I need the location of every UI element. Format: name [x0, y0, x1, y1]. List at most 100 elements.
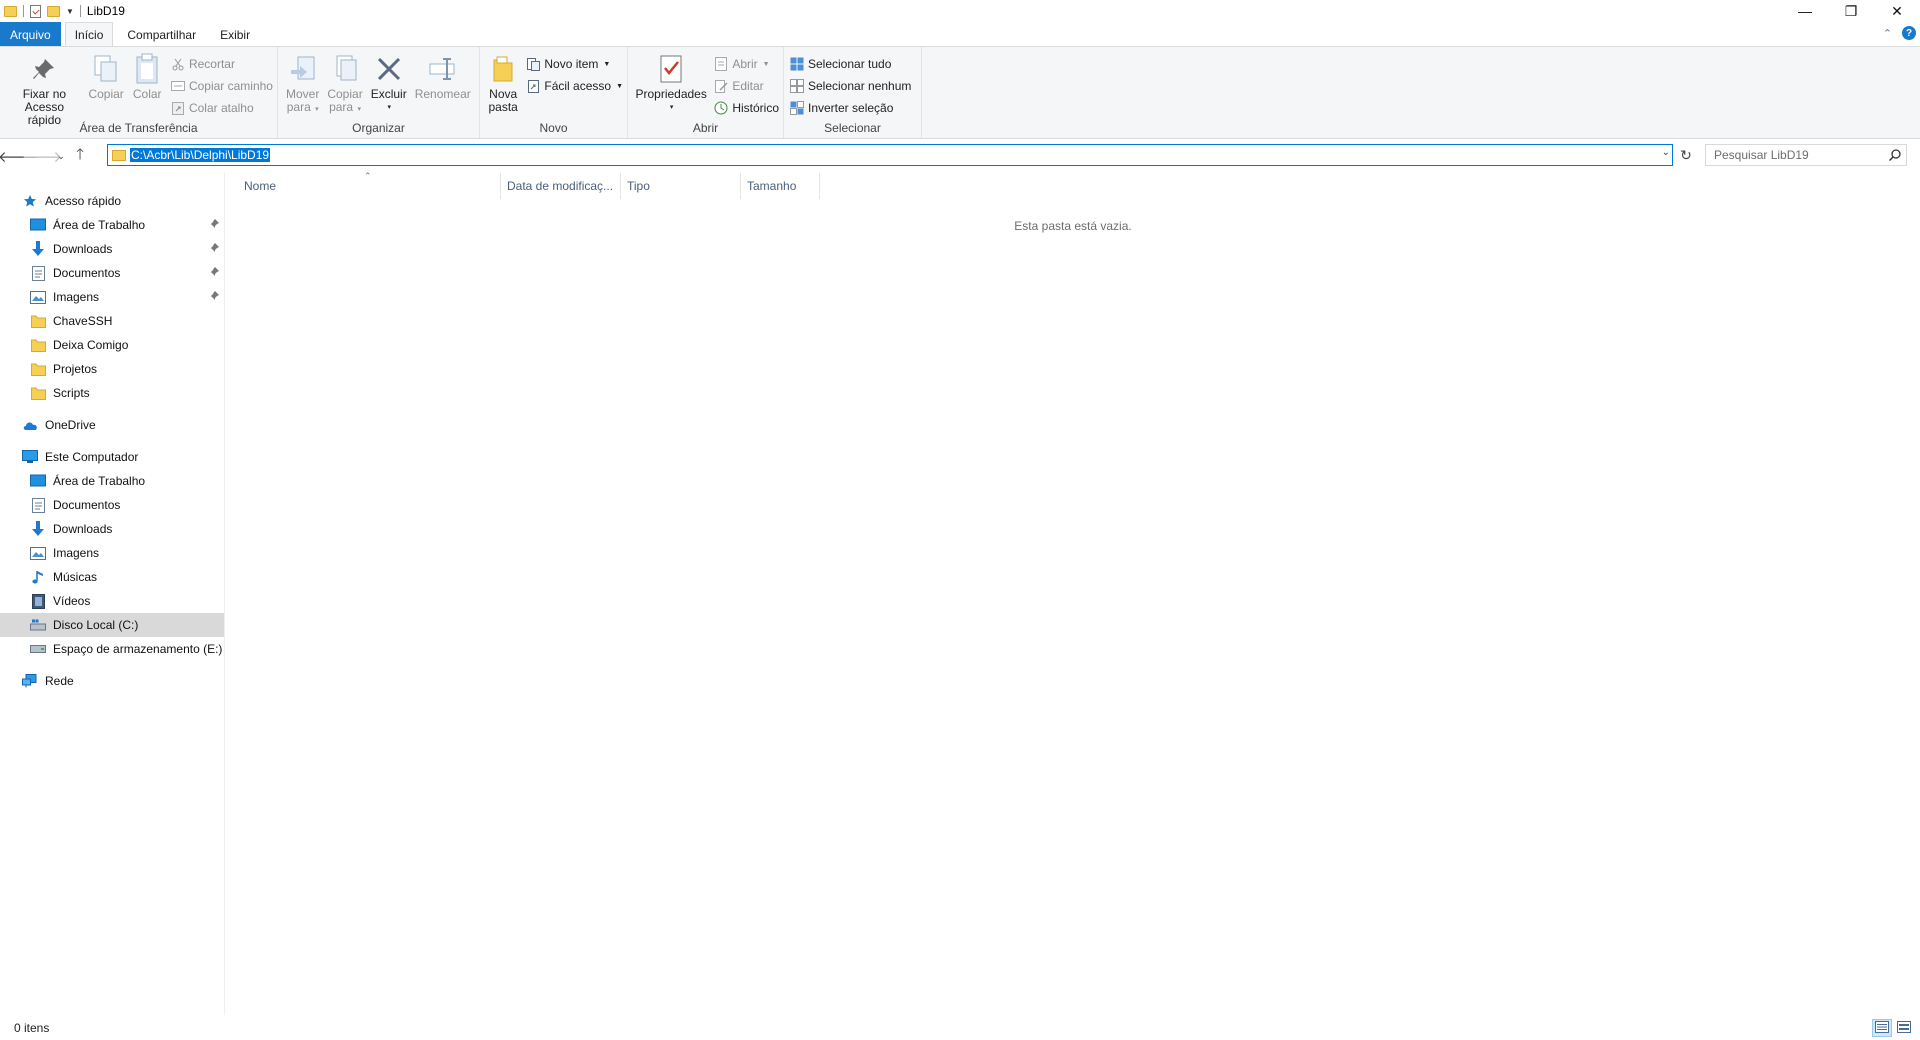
tab-share[interactable]: Compartilhar: [117, 22, 206, 46]
forward-button[interactable]: 🡒: [22, 144, 62, 168]
pinned-icon: [210, 242, 220, 256]
open-group: Propriedades ▾ Abrir ▼ Editar Histórico …: [628, 47, 784, 138]
copy-to-icon: [329, 53, 361, 85]
address-path[interactable]: C:\Acbr\Lib\Delphi\LibD19: [130, 148, 271, 162]
recent-locations-button[interactable]: ⌄: [54, 144, 68, 168]
nav-quick-pictures[interactable]: Imagens: [0, 285, 224, 309]
minimize-button[interactable]: —: [1782, 0, 1828, 22]
select-none-label: Selecionar nenhum: [808, 79, 912, 93]
scissors-icon: [171, 57, 185, 71]
help-icon[interactable]: ?: [1902, 26, 1916, 40]
folder-icon: [30, 385, 46, 401]
music-note-icon: [30, 569, 46, 585]
history-label: Histórico: [732, 101, 779, 115]
copy-path-label: Copiar caminho: [188, 79, 273, 93]
nav-quick-documents[interactable]: Documentos: [0, 261, 224, 285]
up-button[interactable]: 🡑: [68, 144, 92, 168]
easy-access-button[interactable]: Fácil acesso ▼: [526, 77, 623, 95]
select-all-icon: [790, 57, 804, 71]
paste-shortcut-button[interactable]: Colar atalho: [171, 99, 273, 117]
paste-label: Colar: [132, 87, 162, 101]
address-bar[interactable]: C:\Acbr\Lib\Delphi\LibD19 ⌄: [107, 144, 1673, 166]
select-group: Selecionar tudo Selecionar nenhum Invert…: [784, 47, 922, 138]
move-to-icon: [287, 53, 319, 85]
nav-network[interactable]: Rede: [0, 669, 224, 693]
nav-label: Deixa Comigo: [53, 338, 129, 352]
nav-pc-desktop[interactable]: Área de Trabalho: [0, 469, 224, 493]
nav-pc-downloads[interactable]: Downloads: [0, 517, 224, 541]
nav-quick-desktop[interactable]: Área de Trabalho: [0, 213, 224, 237]
documents-icon: [30, 265, 46, 281]
open-button[interactable]: Abrir ▼: [714, 55, 779, 73]
select-none-button[interactable]: Selecionar nenhum: [790, 77, 911, 95]
search-icon[interactable]: [1884, 149, 1906, 161]
network-icon: [22, 673, 38, 689]
open-dropdown-icon: ▼: [762, 60, 770, 68]
nav-quick-deixa-comigo[interactable]: Deixa Comigo: [0, 333, 224, 357]
copy-to-label-line2: para ▾: [329, 100, 361, 114]
pinned-icon: [210, 266, 220, 280]
nav-pc-local-disk-c[interactable]: Disco Local (C:): [0, 613, 224, 637]
star-icon: [22, 193, 38, 209]
nav-pc-pictures[interactable]: Imagens: [0, 541, 224, 565]
toolbar-divider: [79, 5, 81, 17]
download-arrow-icon: [30, 521, 46, 537]
file-list[interactable]: ⌃ Nome Data de modificaç... Tipo Tamanho…: [226, 171, 1920, 1015]
nav-pc-music[interactable]: Músicas: [0, 565, 224, 589]
delete-dropdown-icon[interactable]: ▾: [387, 101, 391, 114]
column-header-type[interactable]: Tipo: [621, 173, 741, 199]
pictures-icon: [30, 289, 46, 305]
properties-icon[interactable]: [30, 4, 41, 18]
navigation-pane: Acesso rápido Área de Trabalho Downloads…: [0, 173, 225, 1015]
clipboard-icon: [131, 53, 163, 85]
nav-label: Imagens: [53, 546, 100, 560]
clipboard-group-label: Área de Transferência: [79, 121, 198, 135]
tab-file[interactable]: Arquivo: [0, 22, 61, 46]
easy-access-dropdown-icon: ▼: [616, 82, 623, 90]
cut-button[interactable]: Recortar: [171, 55, 273, 73]
nav-this-pc-label: Este Computador: [45, 450, 139, 464]
nav-pc-videos[interactable]: Vídeos: [0, 589, 224, 613]
nav-quick-scripts[interactable]: Scripts: [0, 381, 224, 405]
address-dropdown-icon[interactable]: ⌄: [1662, 147, 1670, 158]
column-header-name[interactable]: ⌃ Nome: [226, 171, 501, 199]
select-all-button[interactable]: Selecionar tudo: [790, 55, 911, 73]
nav-quick-projetos[interactable]: Projetos: [0, 357, 224, 381]
nav-quick-downloads[interactable]: Downloads: [0, 237, 224, 261]
window-controls: — ❐ ✕: [1782, 0, 1920, 22]
select-all-label: Selecionar tudo: [808, 57, 892, 71]
customize-toolbar-icon[interactable]: ▼: [66, 7, 74, 16]
copy-label: Copiar: [88, 87, 124, 101]
maximize-button[interactable]: ❐: [1828, 0, 1874, 22]
nav-this-pc[interactable]: Este Computador: [0, 445, 224, 469]
toolbar-divider: [23, 5, 24, 17]
folder-icon: [112, 149, 126, 161]
column-header-size[interactable]: Tamanho: [741, 173, 820, 199]
new-folder-icon[interactable]: [47, 5, 60, 17]
edit-button[interactable]: Editar: [714, 77, 779, 95]
refresh-button[interactable]: ↻: [1676, 144, 1696, 166]
window-title: LibD19: [86, 4, 125, 18]
new-item-button[interactable]: Novo item ▼: [526, 55, 623, 73]
nav-label: Scripts: [53, 386, 90, 400]
tab-home[interactable]: Início: [64, 22, 114, 47]
large-icons-view-button[interactable]: [1894, 1019, 1914, 1037]
minimize-ribbon-icon[interactable]: ⌃: [1883, 27, 1892, 40]
close-button[interactable]: ✕: [1874, 0, 1920, 22]
search-input[interactable]: Pesquisar LibD19: [1705, 144, 1907, 166]
nav-label: Área de Trabalho: [53, 218, 146, 232]
pin-icon: [28, 53, 60, 85]
properties-dropdown-icon[interactable]: ▾: [670, 101, 674, 114]
nav-pc-storage-e[interactable]: Espaço de armazenamento (E:): [0, 637, 224, 661]
details-view-button[interactable]: [1872, 1019, 1892, 1037]
tab-view[interactable]: Exibir: [210, 22, 260, 46]
column-header-modified[interactable]: Data de modificaç...: [501, 173, 621, 199]
edit-label: Editar: [732, 79, 764, 93]
nav-quick-chavessh[interactable]: ChaveSSH: [0, 309, 224, 333]
nav-pc-documents[interactable]: Documentos: [0, 493, 224, 517]
history-button[interactable]: Histórico: [714, 99, 779, 117]
invert-selection-button[interactable]: Inverter seleção: [790, 99, 911, 117]
nav-onedrive[interactable]: OneDrive: [0, 413, 224, 437]
nav-quick-access[interactable]: Acesso rápido: [0, 189, 224, 213]
copy-path-button[interactable]: Copiar caminho: [170, 77, 273, 95]
